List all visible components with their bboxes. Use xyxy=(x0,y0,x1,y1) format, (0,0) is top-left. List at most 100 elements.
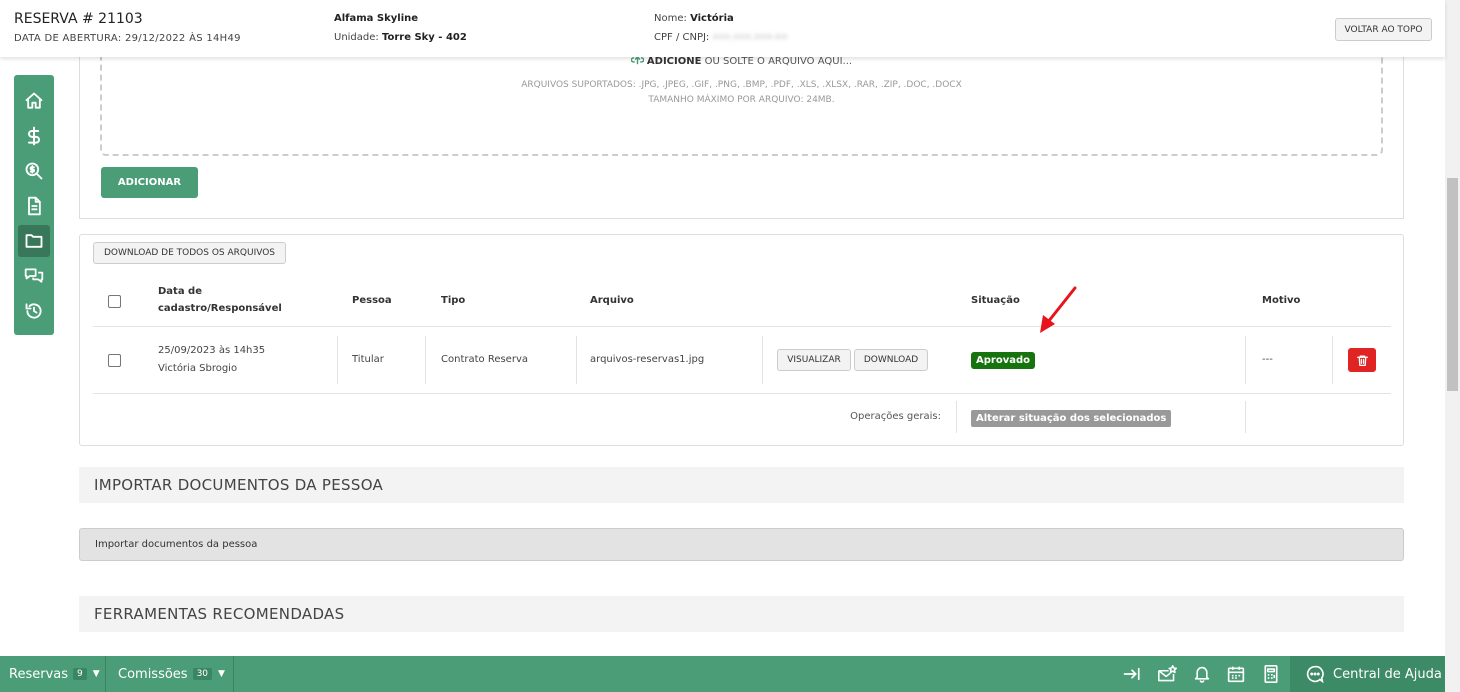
import-documents-section-title: IMPORTAR DOCUMENTOS DA PESSOA xyxy=(79,467,1404,503)
add-file-button[interactable]: ADICIONAR xyxy=(101,167,198,198)
download-file-button[interactable]: DOWNLOAD xyxy=(854,349,928,371)
row-checkbox[interactable] xyxy=(108,354,121,367)
calculator-button[interactable] xyxy=(1260,663,1282,685)
row-file-name: arquivos-reservas1.jpg xyxy=(590,354,705,365)
client-cpf: CPF / CNPJ: •••.•••.•••-•• xyxy=(654,32,787,43)
upload-card: ADICIONE OU SOLTE O ARQUIVO AQUI... ARQU… xyxy=(79,40,1404,219)
nav-financial[interactable] xyxy=(18,120,50,152)
max-file-size: TAMANHO MÁXIMO POR ARQUIVO: 24MB. xyxy=(648,95,835,105)
collapse-panel-button[interactable] xyxy=(1121,663,1143,685)
view-file-button[interactable]: VISUALIZAR xyxy=(777,349,851,371)
cell-divider xyxy=(1245,401,1246,433)
trash-icon xyxy=(1356,355,1368,366)
cell-divider xyxy=(762,336,763,384)
row-reason: --- xyxy=(1262,354,1273,365)
dropzone-add-strong: ADICIONE xyxy=(646,56,702,67)
download-all-button[interactable]: DOWNLOAD DE TODOS OS ARQUIVOS xyxy=(93,242,286,264)
col-date: Data de cadastro/Responsável xyxy=(158,283,282,317)
select-all-checkbox[interactable] xyxy=(108,295,121,308)
nav-documents[interactable] xyxy=(18,190,50,222)
toolbar-divider xyxy=(233,656,234,692)
project-name: Alfama Skyline xyxy=(334,13,419,24)
general-operations-label: Operações gerais: xyxy=(850,411,941,422)
row-person: Titular xyxy=(352,354,384,365)
nav-history[interactable] xyxy=(18,295,50,327)
cpf-label: CPF / CNPJ: xyxy=(654,32,710,43)
back-to-top-button[interactable]: VOLTAR AO TOPO xyxy=(1335,18,1432,41)
reservation-header: RESERVA # 21103 DATA DE ABERTURA: 29/12/… xyxy=(0,0,1445,57)
recommended-tools-section-title: FERRAMENTAS RECOMENDADAS xyxy=(79,596,1404,632)
cell-divider xyxy=(1332,336,1333,384)
help-center-label: Central de Ajuda xyxy=(1333,666,1442,682)
client-name: Nome: Victória xyxy=(654,13,734,24)
row-date: 25/09/2023 às 14h35 xyxy=(158,345,266,356)
cell-divider xyxy=(1245,336,1246,384)
chevron-down-icon: ▼ xyxy=(218,669,225,679)
name-label: Nome: xyxy=(654,13,687,24)
comissoes-label: Comissões xyxy=(118,666,188,682)
col-date-line1: Data de xyxy=(158,286,202,297)
calendar-icon xyxy=(1227,666,1245,683)
col-type: Tipo xyxy=(441,295,466,306)
files-card: DOWNLOAD DE TODOS OS ARQUIVOS Data de ca… xyxy=(79,234,1404,446)
comissoes-menu[interactable]: Comissões 30 ▼ xyxy=(118,656,225,692)
unit-label: Unidade: xyxy=(334,32,379,43)
reservas-label: Reservas xyxy=(9,666,68,682)
calculator-icon xyxy=(1264,665,1278,683)
chat-icon xyxy=(24,268,44,283)
row-responsible: Victória Sbrogio xyxy=(158,363,238,374)
cell-divider xyxy=(425,336,426,384)
row-date-cell: 25/09/2023 às 14h35 Victória Sbrogio xyxy=(158,342,265,378)
scrollbar-thumb[interactable] xyxy=(1447,178,1458,391)
delete-file-button[interactable] xyxy=(1348,348,1376,372)
cell-divider xyxy=(337,336,338,384)
help-chat-icon xyxy=(1306,665,1324,683)
side-navigation xyxy=(14,75,54,335)
dropzone-rest-text: OU SOLTE O ARQUIVO AQUI... xyxy=(701,56,853,67)
home-icon xyxy=(25,92,43,109)
row-divider xyxy=(93,393,1391,394)
mail-star-icon xyxy=(1158,665,1177,682)
reservas-menu[interactable]: Reservas 9 ▼ xyxy=(9,656,100,692)
col-person: Pessoa xyxy=(352,295,392,306)
notifications-button[interactable] xyxy=(1191,663,1213,685)
toolbar-divider xyxy=(105,656,106,692)
document-icon xyxy=(28,196,41,216)
comissoes-count-badge: 30 xyxy=(192,668,213,680)
unit-value: Torre Sky - 402 xyxy=(381,32,467,43)
arrow-to-right-icon xyxy=(1123,667,1140,681)
help-center-button[interactable]: Central de Ajuda xyxy=(1290,656,1445,692)
annotation-arrow-icon xyxy=(1040,286,1077,333)
unit-info: Unidade: Torre Sky - 402 xyxy=(334,32,467,43)
folder-icon xyxy=(25,234,43,248)
reservation-title: RESERVA # 21103 xyxy=(14,11,143,27)
name-value: Victória xyxy=(690,13,734,24)
bell-icon xyxy=(1194,666,1210,683)
nav-messages[interactable] xyxy=(18,260,50,292)
col-date-line2: cadastro/Responsável xyxy=(158,303,282,314)
col-status: Situação xyxy=(971,295,1020,306)
calendar-button[interactable] xyxy=(1225,663,1247,685)
chevron-down-icon: ▼ xyxy=(92,669,100,679)
opening-date: DATA DE ABERTURA: 29/12/2022 ÀS 14H49 xyxy=(14,33,241,44)
file-dropzone[interactable]: ADICIONE OU SOLTE O ARQUIVO AQUI... ARQU… xyxy=(100,40,1383,156)
change-status-selected-button[interactable]: Alterar situação dos selecionados xyxy=(971,410,1172,427)
nav-files[interactable] xyxy=(18,225,50,257)
reservas-count-badge: 9 xyxy=(73,668,87,680)
header-divider xyxy=(93,326,1391,327)
cell-divider xyxy=(576,336,577,384)
supported-formats: ARQUIVOS SUPORTADOS: .JPG, .JPEG, .GIF, … xyxy=(521,80,962,90)
nav-financial-search[interactable] xyxy=(18,155,50,187)
mail-star-button[interactable] xyxy=(1156,663,1178,685)
dollar-icon xyxy=(28,126,40,146)
page-scrollbar[interactable] xyxy=(1445,0,1460,692)
col-file: Arquivo xyxy=(590,295,634,306)
nav-home[interactable] xyxy=(18,85,50,117)
row-type: Contrato Reserva xyxy=(441,354,528,365)
bottom-toolbar: Reservas 9 ▼ Comissões 30 ▼ Central de A… xyxy=(0,656,1445,692)
status-badge-approved: Aprovado xyxy=(971,352,1035,369)
cpf-value-blurred: •••.•••.•••-•• xyxy=(712,32,788,43)
import-documents-toggle[interactable]: Importar documentos da pessoa xyxy=(79,528,1404,561)
history-icon xyxy=(25,303,42,319)
cell-divider xyxy=(956,401,957,433)
